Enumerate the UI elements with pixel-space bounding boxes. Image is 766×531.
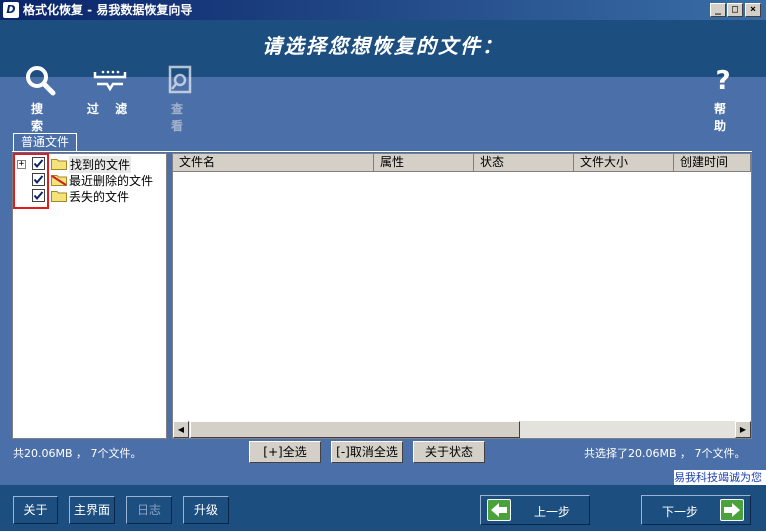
view-icon <box>168 65 192 94</box>
upgrade-button[interactable]: 升级 <box>183 496 229 524</box>
window-title: 格式化恢复 - 易我数据恢复向导 <box>23 3 193 17</box>
scroll-thumb[interactable] <box>190 421 520 438</box>
folder-icon <box>51 191 67 202</box>
slogan-text: 易我科技竭诚为您 <box>674 470 766 485</box>
about-button[interactable]: 关于 <box>13 496 58 524</box>
deleted-folder-icon <box>51 175 67 186</box>
filter-icon <box>93 70 127 92</box>
column-header-created[interactable]: 创建时间 <box>674 154 751 172</box>
arrow-left-icon <box>487 499 511 521</box>
maximize-button[interactable]: □ <box>727 3 743 17</box>
log-button[interactable]: 日志 <box>126 496 172 524</box>
prev-button[interactable]: 上一步 <box>480 495 590 525</box>
total-status: 共20.06MB ， 7个文件。 <box>13 447 142 460</box>
column-header-size[interactable]: 文件大小 <box>574 154 674 172</box>
close-button[interactable]: × <box>745 3 761 17</box>
column-header-attributes[interactable]: 属性 <box>374 154 474 172</box>
scroll-right-icon[interactable]: ▶ <box>735 421 751 438</box>
about-status-button[interactable]: 关于状态 <box>413 441 485 463</box>
main-menu-button[interactable]: 主界面 <box>69 496 115 524</box>
svg-text:?: ? <box>715 66 730 96</box>
checkbox-highlight-box <box>13 153 49 209</box>
search-label: 搜 索 <box>30 102 49 133</box>
help-tool[interactable]: ? 帮 助 <box>700 64 746 134</box>
arrow-right-icon <box>720 499 744 521</box>
folder-icon <box>51 159 67 170</box>
select-all-button[interactable]: [+]全选 <box>249 441 321 463</box>
search-icon <box>26 66 56 96</box>
horizontal-scrollbar[interactable]: ◀ ▶ <box>173 421 751 438</box>
column-header-status[interactable]: 状态 <box>474 154 574 172</box>
minimize-button[interactable]: _ <box>710 3 726 17</box>
filter-label: 过 滤 <box>86 102 134 116</box>
file-list[interactable]: 文件名 属性 状态 文件大小 创建时间 ◀ ▶ <box>172 153 752 439</box>
selected-status: 共选择了20.06MB ， 7个文件。 <box>584 447 746 460</box>
tree-item-label: 找到的文件 <box>69 156 132 173</box>
column-header-name[interactable]: 文件名 <box>173 154 374 172</box>
next-label: 下一步 <box>662 505 699 519</box>
help-icon: ? <box>715 66 730 96</box>
prev-label: 上一步 <box>534 505 571 519</box>
tab-normal-files[interactable]: 普通文件 <box>13 133 77 151</box>
tree-item-label: 最近删除的文件 <box>69 174 154 188</box>
page-prompt: 请选择您想恢复的文件： <box>262 34 504 58</box>
app-icon: D <box>3 2 19 18</box>
title-bar[interactable]: D 格式化恢复 - 易我数据恢复向导 _ □ × <box>0 0 766 20</box>
deselect-all-button[interactable]: [-]取消全选 <box>331 441 403 463</box>
tree-item-label: 丢失的文件 <box>69 190 130 204</box>
tab-divider <box>12 151 752 152</box>
view-label: 查 看 <box>170 102 189 133</box>
help-label: 帮 助 <box>713 102 732 133</box>
search-tool[interactable]: 搜 索 <box>18 64 62 134</box>
view-tool[interactable]: 查 看 <box>158 64 202 134</box>
next-button[interactable]: 下一步 <box>641 495 751 525</box>
filter-tool[interactable]: 过 滤 <box>86 64 134 117</box>
scroll-left-icon[interactable]: ◀ <box>173 421 189 438</box>
